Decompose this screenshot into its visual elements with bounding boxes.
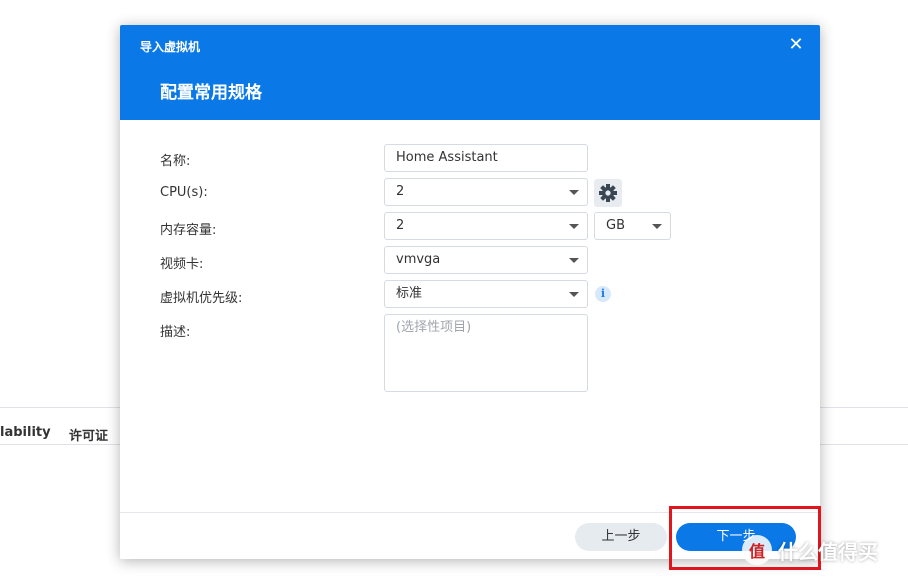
memory-unit-value: GB <box>606 218 625 233</box>
video-card-select[interactable]: vmvga <box>384 246 588 274</box>
cpu-select[interactable]: 2 <box>384 178 588 206</box>
name-input[interactable]: Home Assistant <box>384 144 588 172</box>
description-label: 描述: <box>160 325 191 340</box>
memory-unit-select[interactable]: GB <box>594 212 671 240</box>
memory-select[interactable]: 2 <box>384 212 588 240</box>
tab-license[interactable]: 许可证 <box>69 425 108 444</box>
watermark-logo: 值 <box>742 535 772 565</box>
memory-label: 内存容量: <box>160 223 217 238</box>
cpu-settings-button[interactable] <box>594 179 622 207</box>
chevron-down-icon <box>652 224 662 229</box>
step-heading: 配置常用规格 <box>160 83 262 103</box>
video-card-value: vmvga <box>396 252 441 267</box>
name-label: 名称: <box>160 154 191 169</box>
chevron-down-icon <box>569 224 579 229</box>
priority-value: 标准 <box>396 286 423 301</box>
description-textarea[interactable]: (选择性项目) <box>384 314 588 392</box>
dialog-header: 导入虚拟机 ✕ 配置常用规格 <box>120 25 820 120</box>
chevron-down-icon <box>569 258 579 263</box>
tab-availability[interactable]: lability <box>0 425 51 440</box>
dialog-title: 导入虚拟机 <box>140 40 201 54</box>
watermark-text: 什么值得买 <box>778 539 878 564</box>
priority-label: 虚拟机优先级: <box>160 291 243 306</box>
import-vm-dialog: 导入虚拟机 ✕ 配置常用规格 名称: Home Assistant CPU(s)… <box>120 25 820 559</box>
chevron-down-icon <box>569 190 579 195</box>
chevron-down-icon <box>569 292 579 297</box>
close-icon[interactable]: ✕ <box>786 35 806 55</box>
info-icon[interactable]: i <box>595 286 611 302</box>
gear-icon <box>599 184 617 202</box>
previous-button[interactable]: 上一步 <box>575 523 667 551</box>
priority-select[interactable]: 标准 <box>384 280 588 308</box>
video-label: 视频卡: <box>160 257 204 272</box>
cpu-value: 2 <box>396 184 405 199</box>
cpu-label: CPU(s): <box>160 185 208 200</box>
memory-value: 2 <box>396 218 405 233</box>
watermark: 值 什么值得买 <box>742 533 878 567</box>
